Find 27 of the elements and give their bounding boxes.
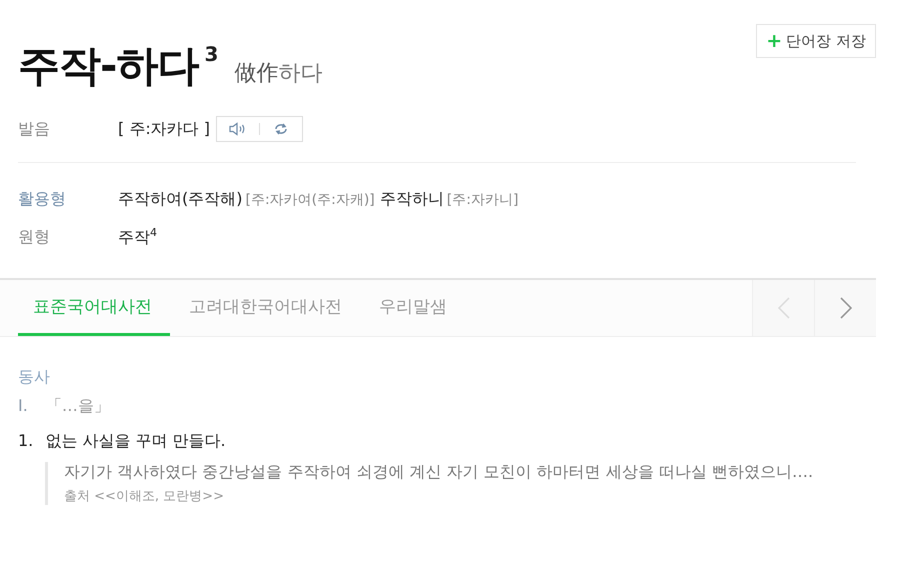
example-sentence: 자기가 객사하였다 중간낭설을 주작하여 쇠경에 계신 자기 모친이 하마터면 세상을 떠나실 뻔하였으니…. [64, 462, 814, 484]
dictionary-tab[interactable]: 고려대한국어대사전 [174, 280, 360, 336]
dictionary-tab[interactable]: 표준국어대사전 [18, 280, 170, 336]
inflection-pronunciation: [주:자카니] [446, 190, 518, 208]
pronunciation-label: 발음 [18, 118, 51, 140]
inflection-pronunciation: [주:자카여(주:자캐)] [245, 190, 375, 208]
base-form-link[interactable]: 주작$^{4}$ [118, 226, 157, 248]
speaker-icon [229, 122, 248, 136]
part-of-speech: 동사 [18, 367, 51, 388]
inflected-form: 주작하여(주작해) [118, 189, 242, 210]
inflected-form: 주작하니 [380, 189, 444, 210]
repeat-icon [274, 122, 288, 136]
base-form-label: 원형 [18, 226, 51, 248]
save-to-wordbook-button[interactable]: + 단어장 저장 [756, 24, 876, 58]
definition-text: 없는 사실을 꾸며 만들다. [45, 431, 226, 452]
chevron-right-icon [840, 297, 852, 320]
sense-group-number: I. [18, 396, 28, 418]
chevron-left-icon [778, 297, 790, 320]
definition-number: 1. [18, 431, 34, 452]
inflection-label: 활용형 [18, 189, 67, 210]
example-source: 출처 <<이해조, 모란병>> [64, 488, 225, 506]
pronunciation-text: [ 주:자카다 ] [118, 118, 210, 140]
homograph-number: 3 [204, 42, 218, 66]
headword: 주작-하다 [18, 40, 198, 92]
sense-group-pattern: 「…을」 [46, 396, 110, 418]
dictionary-tab[interactable]: 우리말샘 [364, 280, 465, 336]
hanja-origin: 做作하다 [234, 60, 322, 88]
